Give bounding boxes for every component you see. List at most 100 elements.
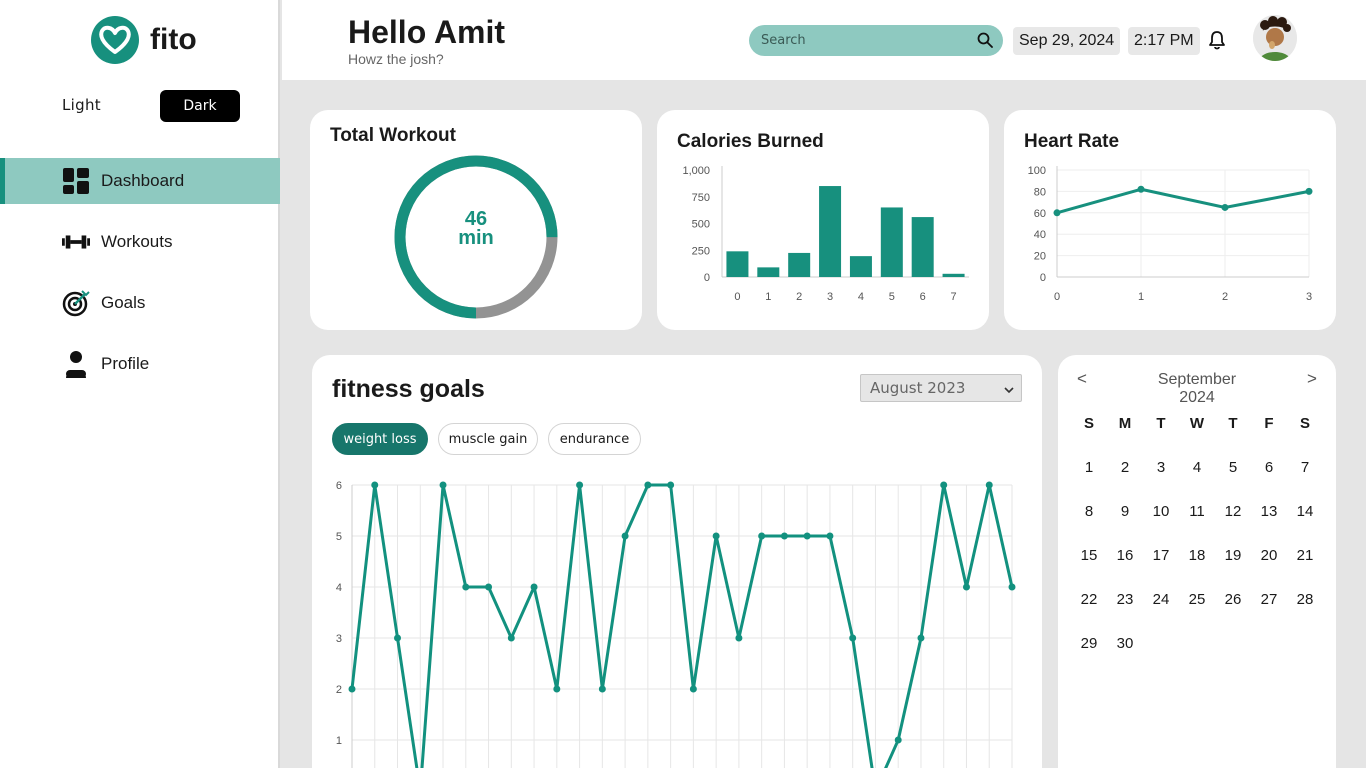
- light-theme-button[interactable]: Light: [62, 96, 101, 114]
- calendar-day[interactable]: 3: [1143, 445, 1179, 489]
- calendar-day[interactable]: 9: [1107, 489, 1143, 533]
- fitness-goals-card: fitness goals August 2023 weight loss mu…: [312, 355, 1042, 768]
- calendar-day[interactable]: 19: [1215, 533, 1251, 577]
- bar: [849, 256, 872, 277]
- calendar-day[interactable]: 20: [1251, 533, 1287, 577]
- header: Hello Amit Howz the josh? Sep 29, 2024 2…: [282, 0, 1366, 80]
- y-tick-label: 750: [692, 192, 710, 204]
- data-point: [1305, 187, 1313, 195]
- app-name: fito: [150, 23, 197, 56]
- calendar-day[interactable]: 13: [1251, 489, 1287, 533]
- calendar-weekday: M: [1118, 414, 1132, 432]
- data-point: [962, 583, 970, 591]
- nav-item-workouts[interactable]: Workouts: [0, 219, 280, 265]
- data-point: [917, 634, 925, 642]
- date-display: Sep 29, 2024: [1013, 27, 1121, 55]
- calendar-day[interactable]: 15: [1071, 533, 1107, 577]
- calendar-day[interactable]: 10: [1143, 489, 1179, 533]
- data-point: [1053, 209, 1061, 217]
- calendar-day[interactable]: 17: [1143, 533, 1179, 577]
- x-tick-label: 7: [951, 291, 957, 303]
- data-point: [576, 481, 584, 489]
- calendar-day[interactable]: 16: [1107, 533, 1143, 577]
- data-point: [439, 481, 447, 489]
- data-point: [712, 532, 720, 540]
- y-tick-label: 1: [336, 735, 342, 747]
- search-input[interactable]: [761, 31, 971, 49]
- calendar-weekday: S: [1083, 414, 1094, 432]
- bar: [819, 186, 842, 277]
- bar: [726, 251, 749, 277]
- search-icon[interactable]: [977, 32, 993, 53]
- calendar-day[interactable]: 7: [1287, 445, 1323, 489]
- calendar-day[interactable]: 2: [1107, 445, 1143, 489]
- calendar-day[interactable]: 11: [1179, 489, 1215, 533]
- calendar-day[interactable]: 1: [1071, 445, 1107, 489]
- x-tick-label: 0: [1054, 291, 1060, 303]
- calendar-next-button[interactable]: >: [1307, 369, 1317, 389]
- dark-theme-button[interactable]: Dark: [160, 90, 240, 122]
- calendar-day[interactable]: 28: [1287, 577, 1323, 621]
- x-tick-label: 5: [889, 291, 895, 303]
- user-icon: [62, 350, 90, 378]
- calendar-day[interactable]: 8: [1071, 489, 1107, 533]
- nav-label: Goals: [101, 293, 146, 312]
- calories-chart: 0 250 500 750 1,000 0 1 2 3 4 5 6 7: [682, 165, 969, 303]
- calendar-day[interactable]: 27: [1251, 577, 1287, 621]
- dashboard-icon: [62, 167, 90, 195]
- calendar-day[interactable]: 21: [1287, 533, 1323, 577]
- data-point: [553, 685, 561, 693]
- y-tick-label: 80: [1034, 186, 1046, 198]
- x-tick-label: 3: [1306, 291, 1312, 303]
- calories-card: Calories Burned 0 250 500 750 1,000 0 1 2 3 4 5 6 7: [657, 110, 989, 330]
- search-bar[interactable]: [749, 25, 1003, 56]
- data-point: [598, 685, 606, 693]
- y-tick-label: 40: [1034, 229, 1046, 241]
- calendar-day[interactable]: 5: [1215, 445, 1251, 489]
- calendar-day[interactable]: 26: [1215, 577, 1251, 621]
- data-point: [940, 481, 948, 489]
- y-tick-label: 4: [336, 582, 342, 594]
- data-point: [394, 634, 402, 642]
- y-tick-label: 6: [336, 480, 342, 492]
- data-point: [826, 532, 834, 540]
- calendar-weekday: F: [1264, 414, 1274, 432]
- y-tick-label: 2: [336, 684, 342, 696]
- logo[interactable]: fito: [91, 16, 197, 64]
- calendar-day[interactable]: 24: [1143, 577, 1179, 621]
- bell-icon[interactable]: [1208, 30, 1226, 55]
- data-point: [667, 481, 675, 489]
- calendar-day[interactable]: 23: [1107, 577, 1143, 621]
- calendar-day[interactable]: 25: [1179, 577, 1215, 621]
- calendar-day[interactable]: 29: [1071, 621, 1107, 665]
- greeting-subtitle: Howz the josh?: [348, 51, 444, 67]
- nav-item-profile[interactable]: Profile: [0, 341, 280, 387]
- avatar[interactable]: [1253, 15, 1297, 61]
- x-tick-label: 3: [827, 291, 833, 303]
- x-tick-label: 6: [920, 291, 926, 303]
- calendar-day[interactable]: 18: [1179, 533, 1215, 577]
- x-tick-label: 1: [1138, 291, 1144, 303]
- data-point: [1008, 583, 1016, 591]
- nav-item-goals[interactable]: Goals: [0, 280, 280, 326]
- y-tick-label: 250: [692, 245, 710, 257]
- calendar-day[interactable]: 14: [1287, 489, 1323, 533]
- series-line: [350, 483, 1014, 768]
- calendar-prev-button[interactable]: <: [1077, 369, 1087, 389]
- calendar-day[interactable]: 22: [1071, 577, 1107, 621]
- data-point: [689, 685, 697, 693]
- calendar-day[interactable]: 30: [1107, 621, 1143, 665]
- calendar-day[interactable]: 12: [1215, 489, 1251, 533]
- calendar-day[interactable]: 6: [1251, 445, 1287, 489]
- nav-item-dashboard[interactable]: Dashboard: [0, 158, 280, 204]
- time-display: 2:17 PM: [1128, 27, 1200, 55]
- calendar-weekday: S: [1299, 414, 1310, 432]
- data-point: [758, 532, 766, 540]
- data-point: [644, 481, 652, 489]
- series-line: [1056, 187, 1310, 215]
- y-tick-label: 0: [1040, 272, 1046, 284]
- data-point: [530, 583, 538, 591]
- calendar-day[interactable]: 4: [1179, 445, 1215, 489]
- y-tick-label: 5: [336, 531, 342, 543]
- bar: [757, 267, 780, 277]
